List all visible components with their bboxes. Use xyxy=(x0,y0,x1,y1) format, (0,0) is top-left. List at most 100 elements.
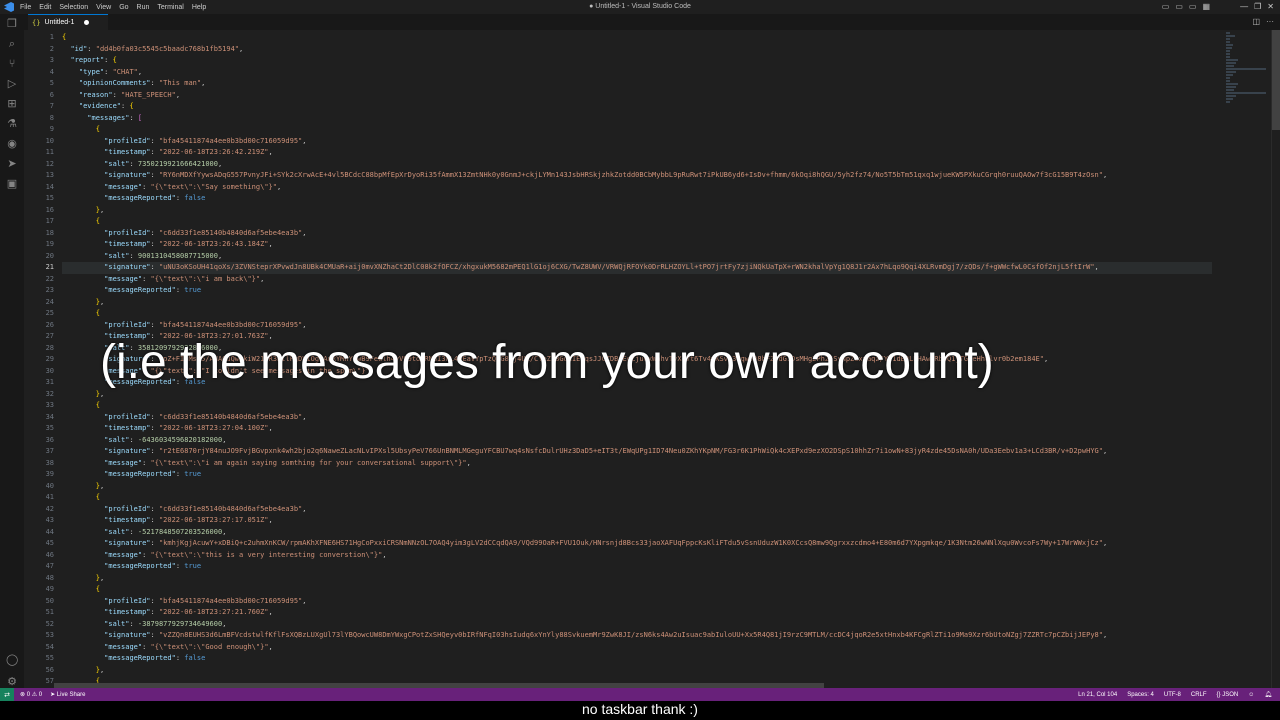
code-line[interactable]: "profileId": "bfa45411874a4ee0b3bd00c716… xyxy=(62,596,1212,608)
accounts-icon[interactable]: ◯ xyxy=(6,654,18,666)
remote-explorer-icon[interactable]: ◉ xyxy=(6,138,18,150)
code-line[interactable]: "evidence": { xyxy=(62,101,1212,113)
code-line[interactable]: "profileId": "c6dd33f1e85140b4840d6af5eb… xyxy=(62,228,1212,240)
code-line[interactable]: "report": { xyxy=(62,55,1212,67)
code-line[interactable]: "profileId": "bfa45411874a4ee0b3bd00c716… xyxy=(62,136,1212,148)
live-share-icon[interactable]: ➤ xyxy=(6,158,18,170)
toggle-sidebar-icon[interactable]: ▭ xyxy=(1162,2,1170,11)
code-line[interactable]: { xyxy=(62,308,1212,320)
title-bar: File Edit Selection View Go Run Terminal… xyxy=(0,0,1280,14)
close-icon[interactable]: ✕ xyxy=(1267,2,1274,11)
cursor-position[interactable]: Ln 21, Col 104 xyxy=(1078,692,1117,698)
code-line[interactable]: "timestamp": "2022-06-18T23:27:17.051Z", xyxy=(62,515,1212,527)
code-line[interactable]: "signature": "r2tE6870rjY84nuJO9FvjBGvpx… xyxy=(62,446,1212,458)
menu-selection[interactable]: Selection xyxy=(59,4,88,11)
code-line[interactable]: "messageReported": false xyxy=(62,193,1212,205)
minimize-icon[interactable]: — xyxy=(1240,2,1248,11)
code-line[interactable]: "messageReported": true xyxy=(62,469,1212,481)
vertical-scrollbar[interactable] xyxy=(1271,30,1280,688)
code-line[interactable]: "profileId": "c6dd33f1e85140b4840d6af5eb… xyxy=(62,412,1212,424)
code-line[interactable]: "signature": "uNU3oKSoUH41qoXs/3ZVNStepr… xyxy=(62,262,1212,274)
code-line[interactable]: { xyxy=(62,400,1212,412)
explorer-icon[interactable]: ❐ xyxy=(6,18,18,30)
toggle-secondary-sidebar-icon[interactable]: ▭ xyxy=(1189,2,1197,11)
language-mode[interactable]: {} JSON xyxy=(1217,692,1239,698)
customize-layout-icon[interactable]: ▦ xyxy=(1202,2,1210,11)
code-line[interactable]: "message": "{\"text\":\"i am again sayin… xyxy=(62,458,1212,470)
line-number: 19 xyxy=(45,240,54,248)
terminal-icon[interactable]: ▣ xyxy=(6,178,18,190)
code-line[interactable]: "opinionComments": "This man", xyxy=(62,78,1212,90)
code-line[interactable]: { xyxy=(62,32,1212,44)
code-line[interactable]: "message": "{\"text\":\"Good enough\"}", xyxy=(62,642,1212,654)
code-line[interactable]: { xyxy=(62,584,1212,596)
code-line[interactable]: { xyxy=(62,216,1212,228)
menu-help[interactable]: Help xyxy=(192,4,206,11)
code-line[interactable]: }, xyxy=(62,573,1212,585)
unsaved-dot-icon[interactable] xyxy=(84,20,90,25)
source-control-icon[interactable]: ⑂ xyxy=(6,58,18,70)
code-line[interactable]: }, xyxy=(62,389,1212,401)
problems-indicator[interactable]: ⊗ 0 ⚠ 0 xyxy=(20,691,42,698)
menu-edit[interactable]: Edit xyxy=(39,4,51,11)
menu-file[interactable]: File xyxy=(20,4,31,11)
code-line[interactable]: "timestamp": "2022-06-18T23:27:21.760Z", xyxy=(62,607,1212,619)
menu-run[interactable]: Run xyxy=(137,4,150,11)
code-line[interactable]: "salt": 7350219921666421000, xyxy=(62,159,1212,171)
remote-indicator-icon[interactable]: ⇄ xyxy=(0,688,14,701)
menu-terminal[interactable]: Terminal xyxy=(157,4,183,11)
indentation[interactable]: Spaces: 4 xyxy=(1127,692,1154,698)
code-line[interactable]: "message": "{\"text\":\"this is a very i… xyxy=(62,550,1212,562)
vertical-scrollbar-thumb[interactable] xyxy=(1272,30,1280,130)
code-line[interactable]: "messageReported": false xyxy=(62,653,1212,665)
code-line[interactable]: "messageReported": true xyxy=(62,285,1212,297)
code-line[interactable]: "message": "{\"text\":\"Say something\"}… xyxy=(62,182,1212,194)
code-line[interactable]: }, xyxy=(62,205,1212,217)
code-line[interactable]: "signature": "kmhjKgjAcuwY+xDBiQ+c2uhmXn… xyxy=(62,538,1212,550)
code-line[interactable]: "salt": -5217848507203526000, xyxy=(62,527,1212,539)
extensions-icon[interactable]: ⊞ xyxy=(6,98,18,110)
run-debug-icon[interactable]: ▷ xyxy=(6,78,18,90)
code-line[interactable]: "messageReported": true xyxy=(62,561,1212,573)
code-line[interactable]: }, xyxy=(62,665,1212,677)
settings-gear-icon[interactable]: ⚙ xyxy=(6,676,18,688)
code-line[interactable]: }, xyxy=(62,297,1212,309)
code-line[interactable]: "timestamp": "2022-06-18T23:26:43.184Z", xyxy=(62,239,1212,251)
code-line[interactable]: { xyxy=(62,124,1212,136)
line-number: 12 xyxy=(45,159,54,168)
code-line[interactable]: }, xyxy=(62,481,1212,493)
code-line[interactable]: "signature": "RY6nMDXfYywsADqG557PvnyJFi… xyxy=(62,170,1212,182)
encoding[interactable]: UTF-8 xyxy=(1164,692,1181,698)
code-line[interactable]: "profileId": "c6dd33f1e85140b4840d6af5eb… xyxy=(62,504,1212,516)
code-line[interactable]: "signature": "vZZQn8EUHS3d6LmBFVcdstwlfK… xyxy=(62,630,1212,642)
code-line[interactable]: "reason": "HATE_SPEECH", xyxy=(62,90,1212,102)
copilot-icon[interactable]: ☺ xyxy=(1248,692,1254,698)
code-line[interactable]: "salt": -3879877929734649600, xyxy=(62,619,1212,631)
search-icon[interactable]: ⌕ xyxy=(6,38,18,50)
restore-icon[interactable]: ❐ xyxy=(1254,2,1261,11)
tab-untitled-1[interactable]: {} Untitled-1 xyxy=(28,14,108,30)
notifications-bell-icon[interactable]: 🔔︎ xyxy=(1264,691,1272,698)
live-share-button[interactable]: ➤ Live Share xyxy=(50,691,85,698)
code-line[interactable]: "salt": -6436034596820182000, xyxy=(62,435,1212,447)
toggle-panel-icon[interactable]: ▭ xyxy=(1175,2,1183,11)
minimap[interactable] xyxy=(1226,32,1266,112)
more-actions-icon[interactable]: ··· xyxy=(1266,17,1274,26)
code-line[interactable]: "salt": 9001310458087715000, xyxy=(62,251,1212,263)
code-line[interactable]: "profileId": "bfa45411874a4ee0b3bd00c716… xyxy=(62,320,1212,332)
menu-view[interactable]: View xyxy=(96,4,111,11)
menu-go[interactable]: Go xyxy=(119,4,128,11)
code-line[interactable]: { xyxy=(62,492,1212,504)
code-line[interactable]: "id": "dd4b0fa03c5545c5baadc768b1fb5194"… xyxy=(62,44,1212,56)
line-number: 55 xyxy=(45,654,54,662)
split-editor-icon[interactable]: ◫ xyxy=(1252,17,1260,26)
line-number: 39 xyxy=(45,470,54,478)
code-line[interactable]: "type": "CHAT", xyxy=(62,67,1212,79)
code-line[interactable]: "messages": [ xyxy=(62,113,1212,125)
code-line[interactable]: "message": "{\"text\":\"i am back\"}", xyxy=(62,274,1212,286)
code-line[interactable]: "timestamp": "2022-06-18T23:27:04.100Z", xyxy=(62,423,1212,435)
end-of-line[interactable]: CRLF xyxy=(1191,692,1207,698)
line-number: 3 xyxy=(49,56,54,64)
code-line[interactable]: "timestamp": "2022-06-18T23:26:42.219Z", xyxy=(62,147,1212,159)
testing-icon[interactable]: ⚗ xyxy=(6,118,18,130)
